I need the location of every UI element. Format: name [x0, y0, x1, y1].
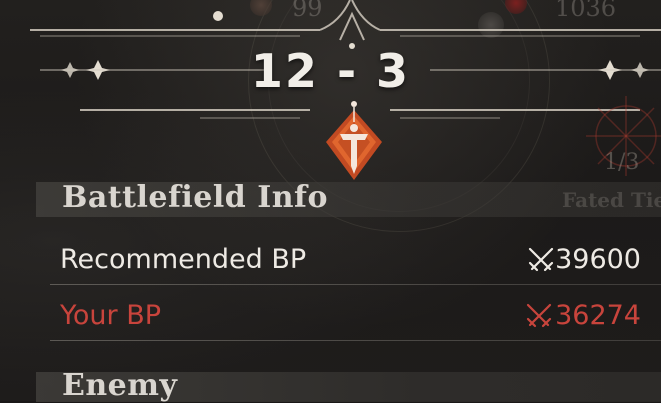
your-bp-label: Your BP	[60, 300, 162, 331]
recommended-bp-value: 39600	[555, 244, 641, 275]
page-count: 1/3	[604, 150, 640, 175]
row-divider	[50, 340, 661, 341]
enemy-title: Enemy	[62, 368, 178, 403]
stage-number: 12 - 3	[250, 44, 411, 98]
fated-tie-tab[interactable]: Fated Tie	[562, 188, 661, 212]
row-divider	[50, 284, 661, 285]
crossed-swords-icon	[528, 247, 554, 272]
your-bp-value: 36274	[555, 300, 641, 331]
crossed-swords-red-icon	[526, 303, 552, 328]
sword-emblem-icon	[326, 101, 382, 180]
recommended-bp-label: Recommended BP	[60, 244, 307, 275]
battlefield-info-title: Battlefield Info	[62, 180, 328, 215]
